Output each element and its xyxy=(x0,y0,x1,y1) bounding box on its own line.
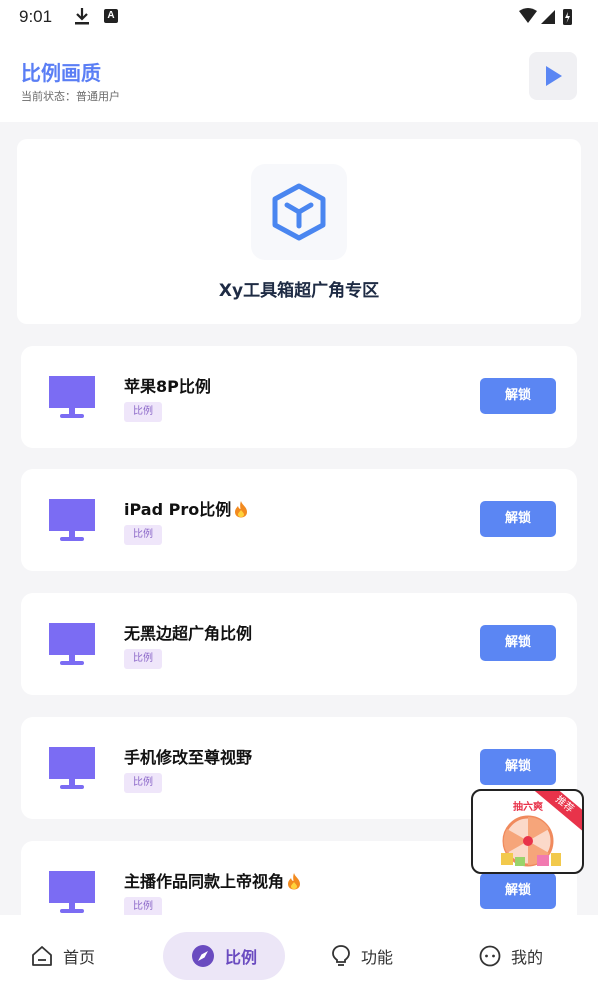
nav-me-label: 我的 xyxy=(511,948,544,967)
compass-icon xyxy=(191,945,214,967)
nav-home-label: 首页 xyxy=(63,948,96,967)
item-title: 苹果8P比例 xyxy=(124,377,211,396)
play-icon xyxy=(546,66,562,86)
unlock-button[interactable]: 解锁 xyxy=(480,873,556,909)
category-tag: 比例 xyxy=(124,525,162,545)
page-title: 比例画质 xyxy=(21,61,101,85)
nav-home[interactable]: 首页 xyxy=(31,932,95,980)
item-title: 主播作品同款上帝视角 xyxy=(124,868,302,892)
floating-ad[interactable]: 抽六爽 推荐 xyxy=(471,789,584,874)
signal-battery-icons xyxy=(519,8,572,25)
unlock-button[interactable]: 解锁 xyxy=(480,378,556,414)
fire-icon xyxy=(235,501,248,518)
status-time: 9:01 xyxy=(19,7,53,26)
monitor-icon xyxy=(49,871,95,913)
status-bar: 9:01 A xyxy=(0,0,598,36)
nav-ratio-label: 比例 xyxy=(224,948,257,967)
home-icon xyxy=(32,946,52,966)
nav-function-label: 功能 xyxy=(361,948,394,967)
list-item: iPad Pro比例 比例 解锁 xyxy=(21,469,577,571)
item-title: 无黑边超广角比例 xyxy=(124,624,253,643)
hero-icon-box xyxy=(251,164,347,260)
smiley-icon xyxy=(479,945,501,967)
item-title: iPad Pro比例 xyxy=(124,496,249,520)
prize-wheel-icon xyxy=(501,815,561,867)
unlock-button[interactable]: 解锁 xyxy=(480,501,556,537)
hero-title: Xy工具箱超广角专区 xyxy=(218,281,380,301)
list-item: 无黑边超广角比例 比例 解锁 xyxy=(21,593,577,695)
fire-icon xyxy=(288,873,301,890)
nav-function[interactable]: 功能 xyxy=(331,932,393,980)
category-tag: 比例 xyxy=(124,897,162,917)
category-tag: 比例 xyxy=(124,773,162,793)
unlock-button[interactable]: 解锁 xyxy=(480,749,556,785)
box-icon xyxy=(272,183,326,241)
category-tag: 比例 xyxy=(124,402,162,422)
monitor-icon xyxy=(49,376,95,418)
download-icon xyxy=(75,8,89,25)
monitor-icon xyxy=(49,623,95,665)
nav-ratio[interactable]: 比例 xyxy=(163,932,285,980)
bottom-nav: 首页 比例 功能 我的 xyxy=(0,915,598,998)
nav-me[interactable]: 我的 xyxy=(479,932,543,980)
monitor-icon xyxy=(49,499,95,541)
accessibility-icon: A xyxy=(104,9,118,23)
page-header: 比例画质 当前状态：普通用户 xyxy=(0,36,598,122)
category-tag: 比例 xyxy=(124,649,162,669)
user-status: 当前状态：普通用户 xyxy=(21,90,120,103)
item-title: 手机修改至尊视野 xyxy=(124,748,253,767)
hero-card: Xy工具箱超广角专区 xyxy=(17,139,581,324)
play-button[interactable] xyxy=(529,52,577,100)
monitor-icon xyxy=(49,747,95,789)
lightbulb-icon xyxy=(332,945,350,966)
list-item: 苹果8P比例 比例 解锁 xyxy=(21,346,577,448)
unlock-button[interactable]: 解锁 xyxy=(480,625,556,661)
